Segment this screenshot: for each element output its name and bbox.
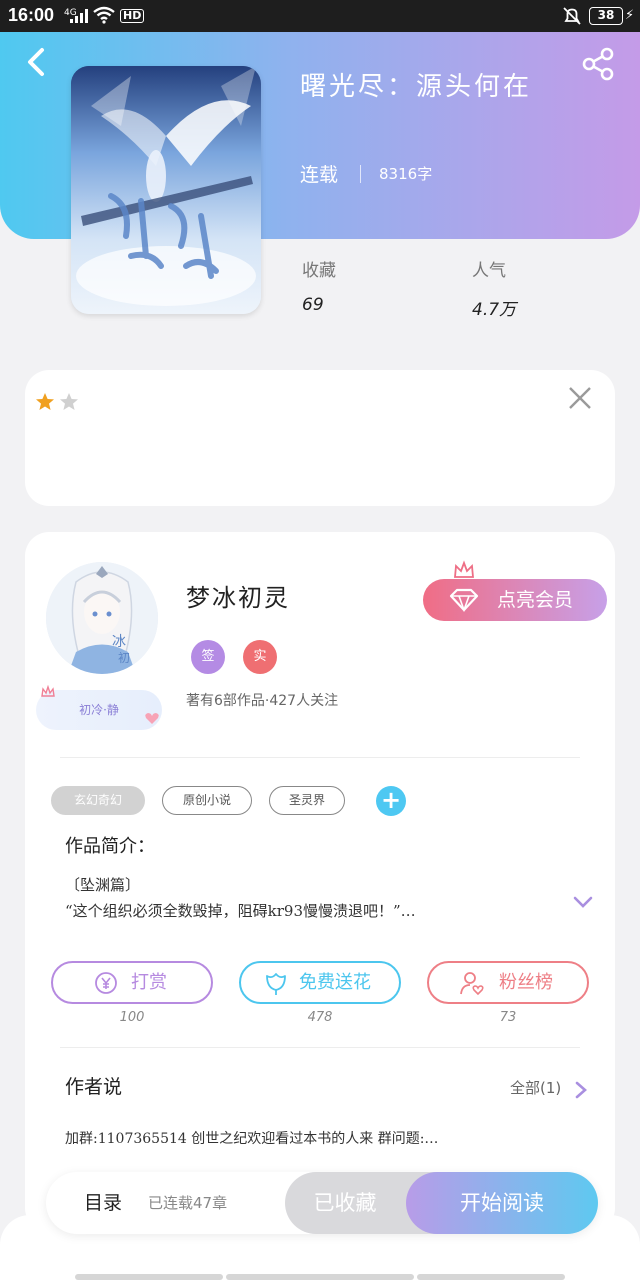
- divider: [60, 757, 580, 758]
- author-name[interactable]: 梦冰初灵: [186, 578, 290, 613]
- status-bar: 16:00 4G HD 38 ⚡: [0, 0, 640, 32]
- free-flower-label: 免费送花: [299, 972, 371, 993]
- chevron-right-icon[interactable]: [574, 1080, 588, 1100]
- divider: [60, 1047, 580, 1048]
- bell-muted-icon: [563, 7, 581, 25]
- flower-icon: [266, 973, 286, 995]
- yen-coin-icon: [95, 972, 117, 994]
- tag-world[interactable]: 圣灵界: [269, 786, 345, 815]
- stat-popularity: 人气 4.7万: [472, 256, 516, 320]
- heart-deco-icon: [145, 713, 159, 724]
- book-cover[interactable]: [71, 66, 261, 314]
- wifi-icon: [93, 6, 115, 24]
- collected-label: 已收藏: [313, 1191, 377, 1215]
- add-tag-button[interactable]: +: [376, 786, 406, 816]
- fans-count: 73: [499, 1010, 517, 1025]
- crown-deco-icon: [41, 684, 55, 697]
- light-up-member-button[interactable]: 点亮会员: [423, 579, 607, 621]
- toc-button[interactable]: 目录: [84, 1188, 122, 1215]
- author-says-title: 作者说: [65, 1076, 123, 1098]
- share-icon[interactable]: [580, 46, 616, 82]
- tag-original[interactable]: 原创小说: [162, 786, 252, 815]
- fans-rank-button[interactable]: 粉丝榜: [427, 961, 589, 1004]
- member-button-label: 点亮会员: [497, 589, 574, 611]
- close-icon[interactable]: [566, 384, 594, 412]
- stat-favorites: 收藏 69: [302, 256, 336, 315]
- author-says-text[interactable]: 加群:1107365514 创世之纪欢迎看过本书的人来 群问题:…: [65, 1128, 565, 1148]
- word-count: 8316字: [379, 165, 433, 183]
- status-time: 16:00: [8, 5, 55, 25]
- chapter-count[interactable]: 已连载47章: [148, 1192, 227, 1213]
- svg-text:冰: 冰: [112, 634, 126, 650]
- back-icon[interactable]: [22, 44, 50, 80]
- crown-icon: [454, 560, 474, 578]
- start-reading-button[interactable]: 开始阅读: [406, 1172, 598, 1234]
- tip-count: 100: [119, 1010, 145, 1025]
- nav-indicator: [417, 1274, 565, 1280]
- book-cover-image: [71, 66, 261, 314]
- stat-favorites-value: 69: [302, 295, 324, 315]
- stat-favorites-label: 收藏: [302, 261, 336, 281]
- signed-badge: 签: [191, 640, 225, 674]
- book-status-row: 连载 8316字: [300, 160, 432, 187]
- intro-line: “这个组织必须全数毁掉，阻碍kr93慢慢溃退吧！”…: [65, 902, 416, 920]
- flower-count: 478: [307, 1010, 333, 1025]
- diamond-icon: [449, 588, 479, 612]
- nav-indicator: [75, 1274, 223, 1280]
- signal-icon: [70, 9, 88, 23]
- author-meta: 著有6部作品·427人关注: [186, 693, 339, 709]
- hd-badge: HD: [120, 9, 145, 23]
- rating-card: [25, 370, 615, 506]
- author-avatar-image: 冰 初: [46, 562, 158, 674]
- author-says-all-link[interactable]: 全部(1): [510, 1077, 561, 1098]
- tip-button[interactable]: 打赏: [51, 961, 213, 1004]
- charging-icon: ⚡: [625, 8, 635, 23]
- status-divider: [360, 164, 362, 183]
- user-heart-icon: [460, 972, 484, 996]
- avatar[interactable]: 冰 初: [46, 562, 158, 674]
- tag-genre[interactable]: 玄幻奇幻: [51, 786, 145, 815]
- stat-popularity-label: 人气: [472, 261, 506, 281]
- battery-icon: 38: [589, 7, 623, 25]
- stat-popularity-value: 4.7万: [472, 300, 517, 320]
- verified-badge: 实: [243, 640, 277, 674]
- svg-text:初: 初: [118, 651, 130, 665]
- intro-heading: 作品简介：: [65, 836, 155, 857]
- intro-line: 〔坠渊篇〕: [65, 876, 141, 894]
- star-empty-icon[interactable]: [59, 392, 79, 412]
- chevron-down-icon[interactable]: [572, 892, 594, 912]
- fans-rank-label: 粉丝榜: [499, 972, 553, 993]
- free-flower-button[interactable]: 免费送花: [239, 961, 401, 1004]
- book-title: 曙光尽：源头何在: [300, 72, 533, 102]
- star-filled-icon[interactable]: [35, 392, 55, 412]
- tip-button-label: 打赏: [131, 972, 167, 993]
- serial-status: 连载: [300, 164, 339, 186]
- nav-indicator: [226, 1274, 414, 1280]
